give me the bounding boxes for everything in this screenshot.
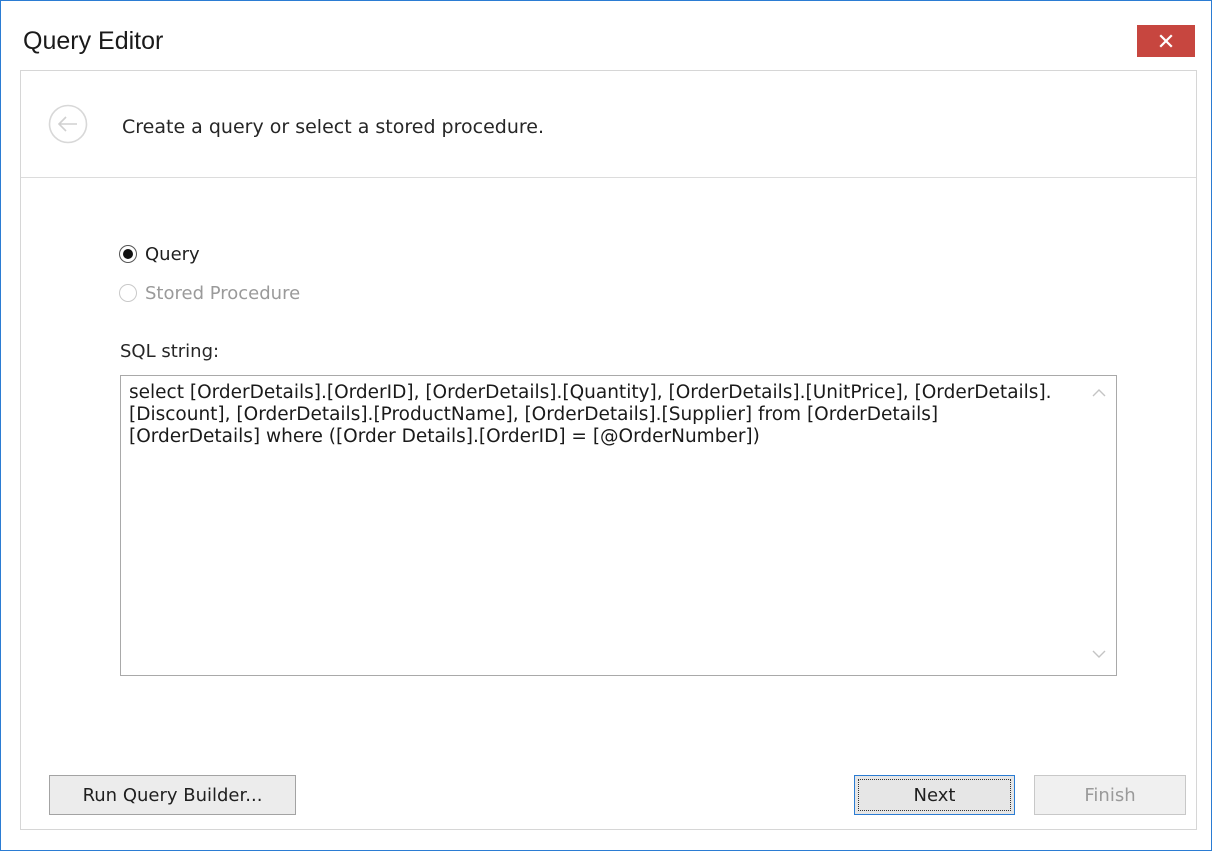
run-query-builder-button[interactable]: Run Query Builder... bbox=[49, 775, 296, 815]
sql-string-label: SQL string: bbox=[120, 341, 220, 362]
stored-procedure-radio-label: Stored Procedure bbox=[145, 282, 301, 304]
wizard-content: Create a query or select a stored proced… bbox=[20, 70, 1197, 830]
wizard-header: Create a query or select a stored proced… bbox=[21, 71, 1196, 178]
back-button[interactable] bbox=[47, 103, 89, 145]
finish-button[interactable]: Finish bbox=[1034, 775, 1186, 815]
focus-ring bbox=[858, 779, 1011, 811]
query-editor-window: Query Editor Create a query or select a … bbox=[0, 0, 1212, 851]
scroll-down-icon[interactable] bbox=[1091, 647, 1107, 661]
vertical-scrollbar[interactable] bbox=[1082, 376, 1116, 675]
back-arrow-icon bbox=[48, 104, 88, 144]
wizard-instruction: Create a query or select a stored proced… bbox=[122, 116, 544, 138]
query-radio-label: Query bbox=[145, 243, 200, 265]
window-title: Query Editor bbox=[23, 27, 164, 55]
close-icon bbox=[1159, 34, 1173, 48]
sql-string-text[interactable]: select [OrderDetails].[OrderID], [OrderD… bbox=[129, 382, 1069, 448]
scroll-up-icon[interactable] bbox=[1091, 386, 1107, 400]
radio-selected-icon bbox=[119, 245, 137, 263]
stored-procedure-radio[interactable]: Stored Procedure bbox=[119, 280, 300, 306]
sql-string-textarea[interactable]: select [OrderDetails].[OrderID], [OrderD… bbox=[120, 375, 1117, 676]
query-radio[interactable]: Query bbox=[119, 241, 200, 267]
next-button[interactable]: Next bbox=[854, 775, 1015, 815]
close-button[interactable] bbox=[1137, 25, 1195, 57]
title-bar: Query Editor bbox=[1, 1, 1211, 71]
radio-unselected-icon bbox=[119, 284, 137, 302]
